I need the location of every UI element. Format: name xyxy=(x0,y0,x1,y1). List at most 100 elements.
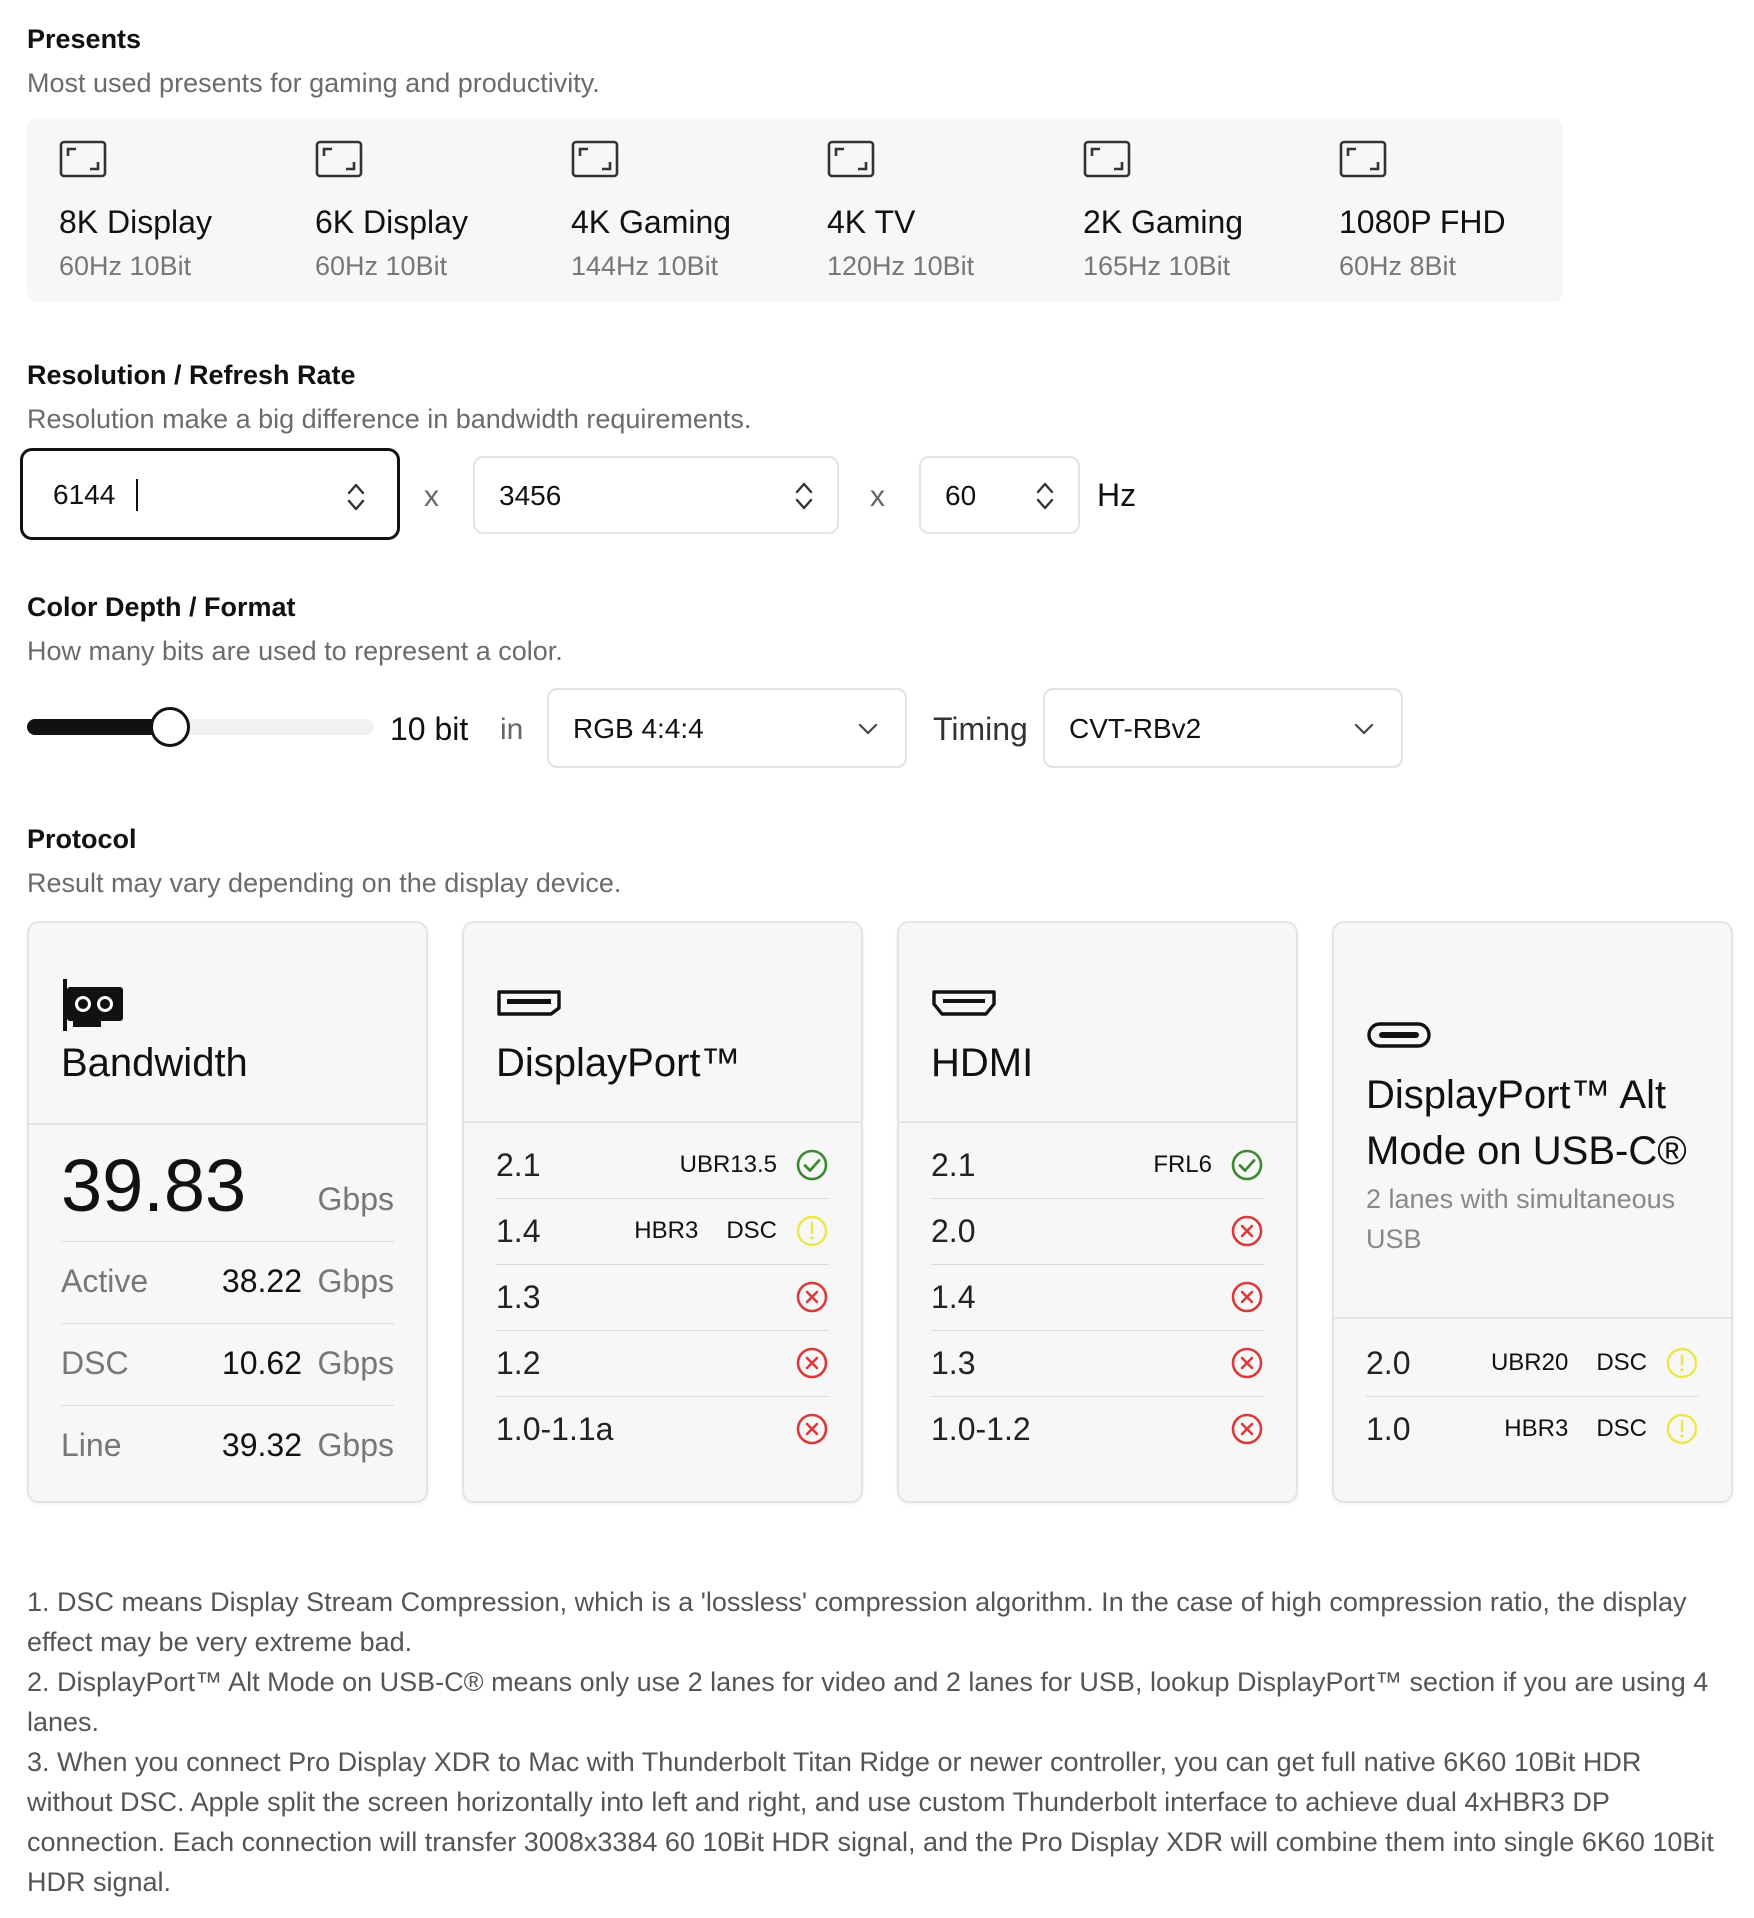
version-row: 2.1 UBR13.5 xyxy=(496,1133,829,1199)
x-circle-icon xyxy=(796,1347,828,1379)
footnote-2: 2. DisplayPort™ Alt Mode on USB-C® means… xyxy=(27,1667,1709,1737)
version-label: 2.0 xyxy=(931,1213,976,1249)
preset-spec: 165Hz 10Bit xyxy=(1083,251,1231,281)
screen-icon xyxy=(827,140,875,178)
protocol-title: Protocol xyxy=(27,824,137,854)
width-input[interactable]: 6144 xyxy=(20,448,400,540)
x-circle-icon xyxy=(1231,1281,1263,1313)
screen-icon xyxy=(315,140,363,178)
preset-name: 1080P FHD xyxy=(1339,204,1506,240)
refresh-input[interactable]: 60 xyxy=(919,456,1080,534)
row-separator xyxy=(61,1323,394,1324)
check-circle-icon xyxy=(796,1149,828,1181)
presets-panel: 8K Display 60Hz 10Bit 6K Display 60Hz 10Bit… xyxy=(27,118,1563,302)
text-caret xyxy=(136,479,138,511)
preset-2k-gaming[interactable]: 2K Gaming 165Hz 10Bit xyxy=(1051,118,1307,302)
timing-label: Timing xyxy=(933,711,1028,747)
bandwidth-total-unit: Gbps xyxy=(317,1181,394,1217)
feature-tag: DSC xyxy=(726,1217,777,1244)
version-row: 1.4 HBR3 DSC xyxy=(496,1199,829,1265)
resolution-title: Resolution / Refresh Rate xyxy=(27,360,356,390)
version-label: 1.2 xyxy=(496,1345,541,1381)
refresh-value: 60 xyxy=(945,480,977,511)
bandwidth-label: Active xyxy=(61,1263,149,1299)
color-format-select[interactable]: RGB 4:4:4 xyxy=(547,688,907,768)
version-label: 1.0-1.1a xyxy=(496,1411,614,1447)
row-separator xyxy=(61,1405,394,1406)
displayport-icon xyxy=(497,990,561,1016)
usb-c-title-line2: Mode on USB-C® xyxy=(1366,1129,1687,1173)
height-input[interactable]: 3456 xyxy=(473,456,839,534)
x-circle-icon xyxy=(796,1281,828,1313)
preset-6k-display[interactable]: 6K Display 60Hz 10Bit xyxy=(283,118,539,302)
times-sign: x xyxy=(424,480,439,513)
preset-spec: 60Hz 10Bit xyxy=(59,251,192,281)
divider xyxy=(464,1121,861,1123)
row-separator xyxy=(61,1241,394,1242)
x-circle-icon xyxy=(1231,1347,1263,1379)
protocol-subtitle: Result may vary depending on the display… xyxy=(27,868,622,898)
version-label: 2.1 xyxy=(496,1147,541,1183)
version-label: 2.1 xyxy=(931,1147,976,1183)
hdmi-icon xyxy=(932,990,996,1016)
bandwidth-value: 39.32 xyxy=(221,1427,302,1463)
width-value: 6144 xyxy=(53,479,116,510)
stepper-icon[interactable] xyxy=(1034,478,1056,514)
feature-tag: UBR20 xyxy=(1490,1349,1569,1376)
preset-1080p-fhd[interactable]: 1080P FHD 60Hz 8Bit xyxy=(1307,118,1563,302)
hdmi-card: HDMI 2.1 FRL6 2.0 1.4 1.3 1.0-1.2 xyxy=(897,921,1298,1503)
slider-thumb[interactable] xyxy=(149,707,190,747)
displayport-card: DisplayPort™ 2.1 UBR13.5 1.4 HBR3 DSC 1.3 1.2 1… xyxy=(462,921,863,1503)
warning-circle-icon xyxy=(796,1215,828,1247)
bit-depth-slider[interactable] xyxy=(27,707,374,747)
timing-select[interactable]: CVT-RBv2 xyxy=(1043,688,1403,768)
chevron-down-icon xyxy=(858,723,878,735)
usb-c-title-line1: DisplayPort™ Alt xyxy=(1366,1073,1667,1117)
color-title: Color Depth / Format xyxy=(27,592,296,622)
version-label: 2.0 xyxy=(1366,1345,1411,1381)
bit-depth-value: 10 bit xyxy=(390,711,469,747)
color-format-value: RGB 4:4:4 xyxy=(573,713,704,744)
slider-fill xyxy=(27,719,166,735)
preset-4k-gaming[interactable]: 4K Gaming 144Hz 10Bit xyxy=(539,118,795,302)
preset-spec: 144Hz 10Bit xyxy=(571,251,719,281)
version-row: 1.4 xyxy=(931,1265,1264,1331)
bandwidth-unit: Gbps xyxy=(317,1263,394,1299)
version-row: 2.0 UBR20 DSC xyxy=(1366,1331,1699,1397)
version-row: 1.3 xyxy=(496,1265,829,1331)
bandwidth-label: DSC xyxy=(61,1345,129,1381)
preset-name: 4K Gaming xyxy=(571,204,732,240)
height-value: 3456 xyxy=(499,480,562,511)
warning-circle-icon xyxy=(1666,1347,1698,1379)
check-circle-icon xyxy=(1231,1149,1263,1181)
screen-icon xyxy=(571,140,619,178)
stepper-icon[interactable] xyxy=(345,479,367,515)
version-row: 1.0-1.1a xyxy=(496,1397,829,1463)
chevron-down-icon xyxy=(1354,723,1374,735)
gpu-icon xyxy=(63,979,123,1031)
feature-tag: HBR3 xyxy=(634,1217,699,1244)
hdmi-title: HDMI xyxy=(931,1041,1034,1085)
version-row: 1.0 HBR3 DSC xyxy=(1366,1397,1699,1463)
divider xyxy=(1334,1317,1731,1319)
feature-tag: FRL6 xyxy=(1153,1151,1212,1178)
x-circle-icon xyxy=(1231,1413,1263,1445)
preset-8k-display[interactable]: 8K Display 60Hz 10Bit xyxy=(27,118,283,302)
usb-c-card: DisplayPort™ Alt Mode on USB-C® 2 lanes … xyxy=(1332,921,1733,1503)
feature-tag: HBR3 xyxy=(1504,1415,1569,1442)
stepper-icon[interactable] xyxy=(793,478,815,514)
preset-name: 4K TV xyxy=(827,204,916,240)
screen-icon xyxy=(59,140,107,178)
bandwidth-unit: Gbps xyxy=(317,1345,394,1381)
version-label: 1.3 xyxy=(496,1279,541,1315)
bandwidth-title: Bandwidth xyxy=(61,1041,248,1085)
resolution-subtitle: Resolution make a big difference in band… xyxy=(27,404,752,434)
preset-spec: 60Hz 8Bit xyxy=(1339,251,1457,281)
screen-icon xyxy=(1339,140,1387,178)
preset-name: 6K Display xyxy=(315,204,468,240)
preset-4k-tv[interactable]: 4K TV 120Hz 10Bit xyxy=(795,118,1051,302)
version-label: 1.4 xyxy=(931,1279,976,1315)
feature-tag: UBR13.5 xyxy=(679,1151,777,1178)
version-row: 1.0-1.2 xyxy=(931,1397,1264,1463)
times-sign: x xyxy=(870,480,885,513)
